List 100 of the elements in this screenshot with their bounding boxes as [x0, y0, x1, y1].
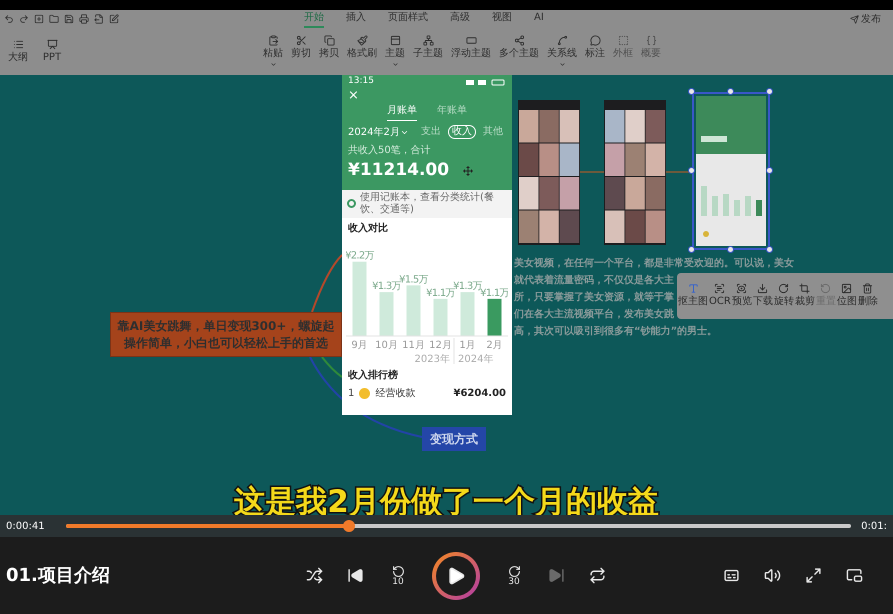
mini-player-icon[interactable]: [846, 567, 863, 584]
curve-icon: [556, 35, 568, 46]
topic-text: 靠AI美女跳舞，单日变现300+，螺旋起: [118, 318, 334, 334]
send-icon: [850, 14, 859, 24]
total-amount: ¥11214.00: [348, 159, 450, 182]
value-label: ¥1.1万: [426, 287, 455, 298]
tool-button[interactable]: 拷贝: [318, 35, 340, 68]
image-tool-button[interactable]: OCR: [709, 283, 731, 309]
side-tool-button[interactable]: 大纲: [4, 38, 32, 64]
image-tool-button[interactable]: 删除: [858, 283, 878, 309]
value-label: ¥1.3万: [453, 280, 482, 292]
image-icon: [841, 283, 852, 294]
paragraph-line: 美女视频，在任何一个平台，都是非常受欢迎的。可以说，美女: [514, 256, 794, 271]
menu-tab[interactable]: 页面样式: [388, 10, 428, 28]
value-label: ¥1.5万: [399, 274, 428, 285]
play-button[interactable]: [432, 552, 480, 600]
tool-button[interactable]: 浮动主题: [450, 35, 492, 68]
image-tool-button[interactable]: 抠主图: [678, 283, 708, 309]
ranking-title: 收入排行榜: [347, 368, 399, 382]
previous-icon[interactable]: [347, 567, 364, 584]
ledger-banner[interactable]: 使用记账本，查看分类统计(餐饮、交通等): [342, 190, 512, 218]
resize-handle[interactable]: [766, 246, 773, 253]
tool-button[interactable]: 子主题: [412, 35, 444, 68]
volume-icon[interactable]: [764, 567, 781, 584]
axis-label: 12月: [429, 340, 452, 350]
side-tool-button[interactable]: PPT: [38, 38, 66, 64]
repeat-icon[interactable]: [589, 567, 606, 584]
resize-handle[interactable]: [688, 88, 695, 95]
undo-icon[interactable]: [4, 14, 14, 24]
tool-button[interactable]: 标注: [584, 35, 606, 68]
fullscreen-icon[interactable]: [805, 567, 822, 584]
rectangle-icon: [466, 35, 476, 46]
menu-tab[interactable]: 高级: [450, 10, 470, 28]
resize-handle[interactable]: [727, 88, 734, 95]
image-tool-button[interactable]: 位图: [836, 283, 857, 309]
new-icon[interactable]: [34, 14, 44, 24]
trash-icon: [862, 283, 874, 294]
crop-icon: [799, 283, 810, 294]
tool-button[interactable]: 多个主题: [498, 35, 540, 68]
menu-tab[interactable]: 视图: [492, 10, 512, 28]
filter-chip[interactable]: 其他: [480, 125, 506, 139]
topic-icon: [390, 35, 400, 46]
nodes-icon: [514, 35, 524, 46]
edit-icon[interactable]: [109, 14, 119, 24]
tab[interactable]: 月账单: [387, 103, 417, 121]
forward-button[interactable]: 30: [504, 564, 524, 586]
tab[interactable]: 年账单: [437, 103, 467, 121]
video-title: 01.项目介绍: [6, 564, 111, 588]
save-icon[interactable]: [64, 14, 74, 24]
tool-button[interactable]: 剪切: [290, 35, 312, 68]
publish-button[interactable]: 发布: [850, 12, 881, 26]
brace-icon: [646, 35, 656, 46]
close-button[interactable]: ×: [348, 89, 359, 103]
copy-icon: [324, 35, 334, 46]
image-tool-button[interactable]: 裁剪: [794, 283, 815, 309]
captions-icon[interactable]: [723, 567, 740, 584]
status-icons: [466, 78, 506, 86]
redo-icon[interactable]: [19, 14, 29, 24]
filter-chip[interactable]: 收入: [448, 125, 476, 139]
download-icon: [757, 283, 768, 294]
paragraph-line: 就代表着流量密码，不仅仅是各大主: [514, 273, 674, 288]
menu-tab[interactable]: 插入: [346, 10, 366, 28]
folder-icon[interactable]: [49, 14, 59, 24]
printer-icon[interactable]: [79, 14, 89, 24]
year-label: 2023年: [414, 354, 450, 364]
export-icon[interactable]: [94, 14, 104, 24]
image-tool-button[interactable]: 旋转: [774, 283, 794, 309]
image-tool-button[interactable]: 预览: [732, 283, 752, 309]
resize-handle[interactable]: [688, 167, 695, 174]
menu-tab[interactable]: AI: [534, 10, 544, 28]
scissors-icon: [296, 35, 306, 46]
resize-handle[interactable]: [766, 88, 773, 95]
tool-button[interactable]: 粘贴: [262, 35, 284, 68]
axis-label: 9月: [351, 340, 368, 350]
filter-chip[interactable]: 支出: [418, 125, 444, 139]
tool-button[interactable]: 格式刷: [346, 35, 378, 68]
slides-icon: [46, 38, 58, 50]
month-picker[interactable]: 2024年2月: [348, 124, 409, 140]
paragraph-line: 们在各大主流视频平台，发布美女跳: [514, 307, 674, 322]
axis-label: 10月: [375, 340, 398, 350]
speech-bubble-icon: [590, 35, 600, 46]
axis-label: 11月: [402, 340, 425, 350]
resize-handle[interactable]: [766, 167, 773, 174]
status-time: 13:15: [348, 75, 374, 88]
ranking-row[interactable]: 1 经营收款 ¥6204.00: [342, 382, 512, 404]
subtopic-icon: [422, 35, 434, 46]
topic-node[interactable]: 变现方式: [422, 427, 486, 451]
rewind-button[interactable]: 10: [388, 564, 408, 586]
resize-handle[interactable]: [727, 246, 734, 253]
image-tool-button[interactable]: 下载: [752, 283, 773, 309]
topic-node[interactable]: 靠AI美女跳舞，单日变现300+，螺旋起 操作简单，小白也可以轻松上手的首选: [110, 312, 342, 357]
progress-thumb[interactable]: [342, 520, 355, 532]
shuffle-icon[interactable]: [306, 567, 323, 584]
tool-button[interactable]: 主题: [384, 35, 406, 68]
resize-handle[interactable]: [688, 246, 695, 253]
tool-button[interactable]: 关系线: [546, 35, 578, 68]
axis-label: 1月: [459, 340, 476, 350]
topic-text: 操作简单，小白也可以轻松上手的首选: [124, 334, 328, 352]
brush-icon: [356, 35, 368, 46]
scan-text-icon: [714, 283, 726, 294]
